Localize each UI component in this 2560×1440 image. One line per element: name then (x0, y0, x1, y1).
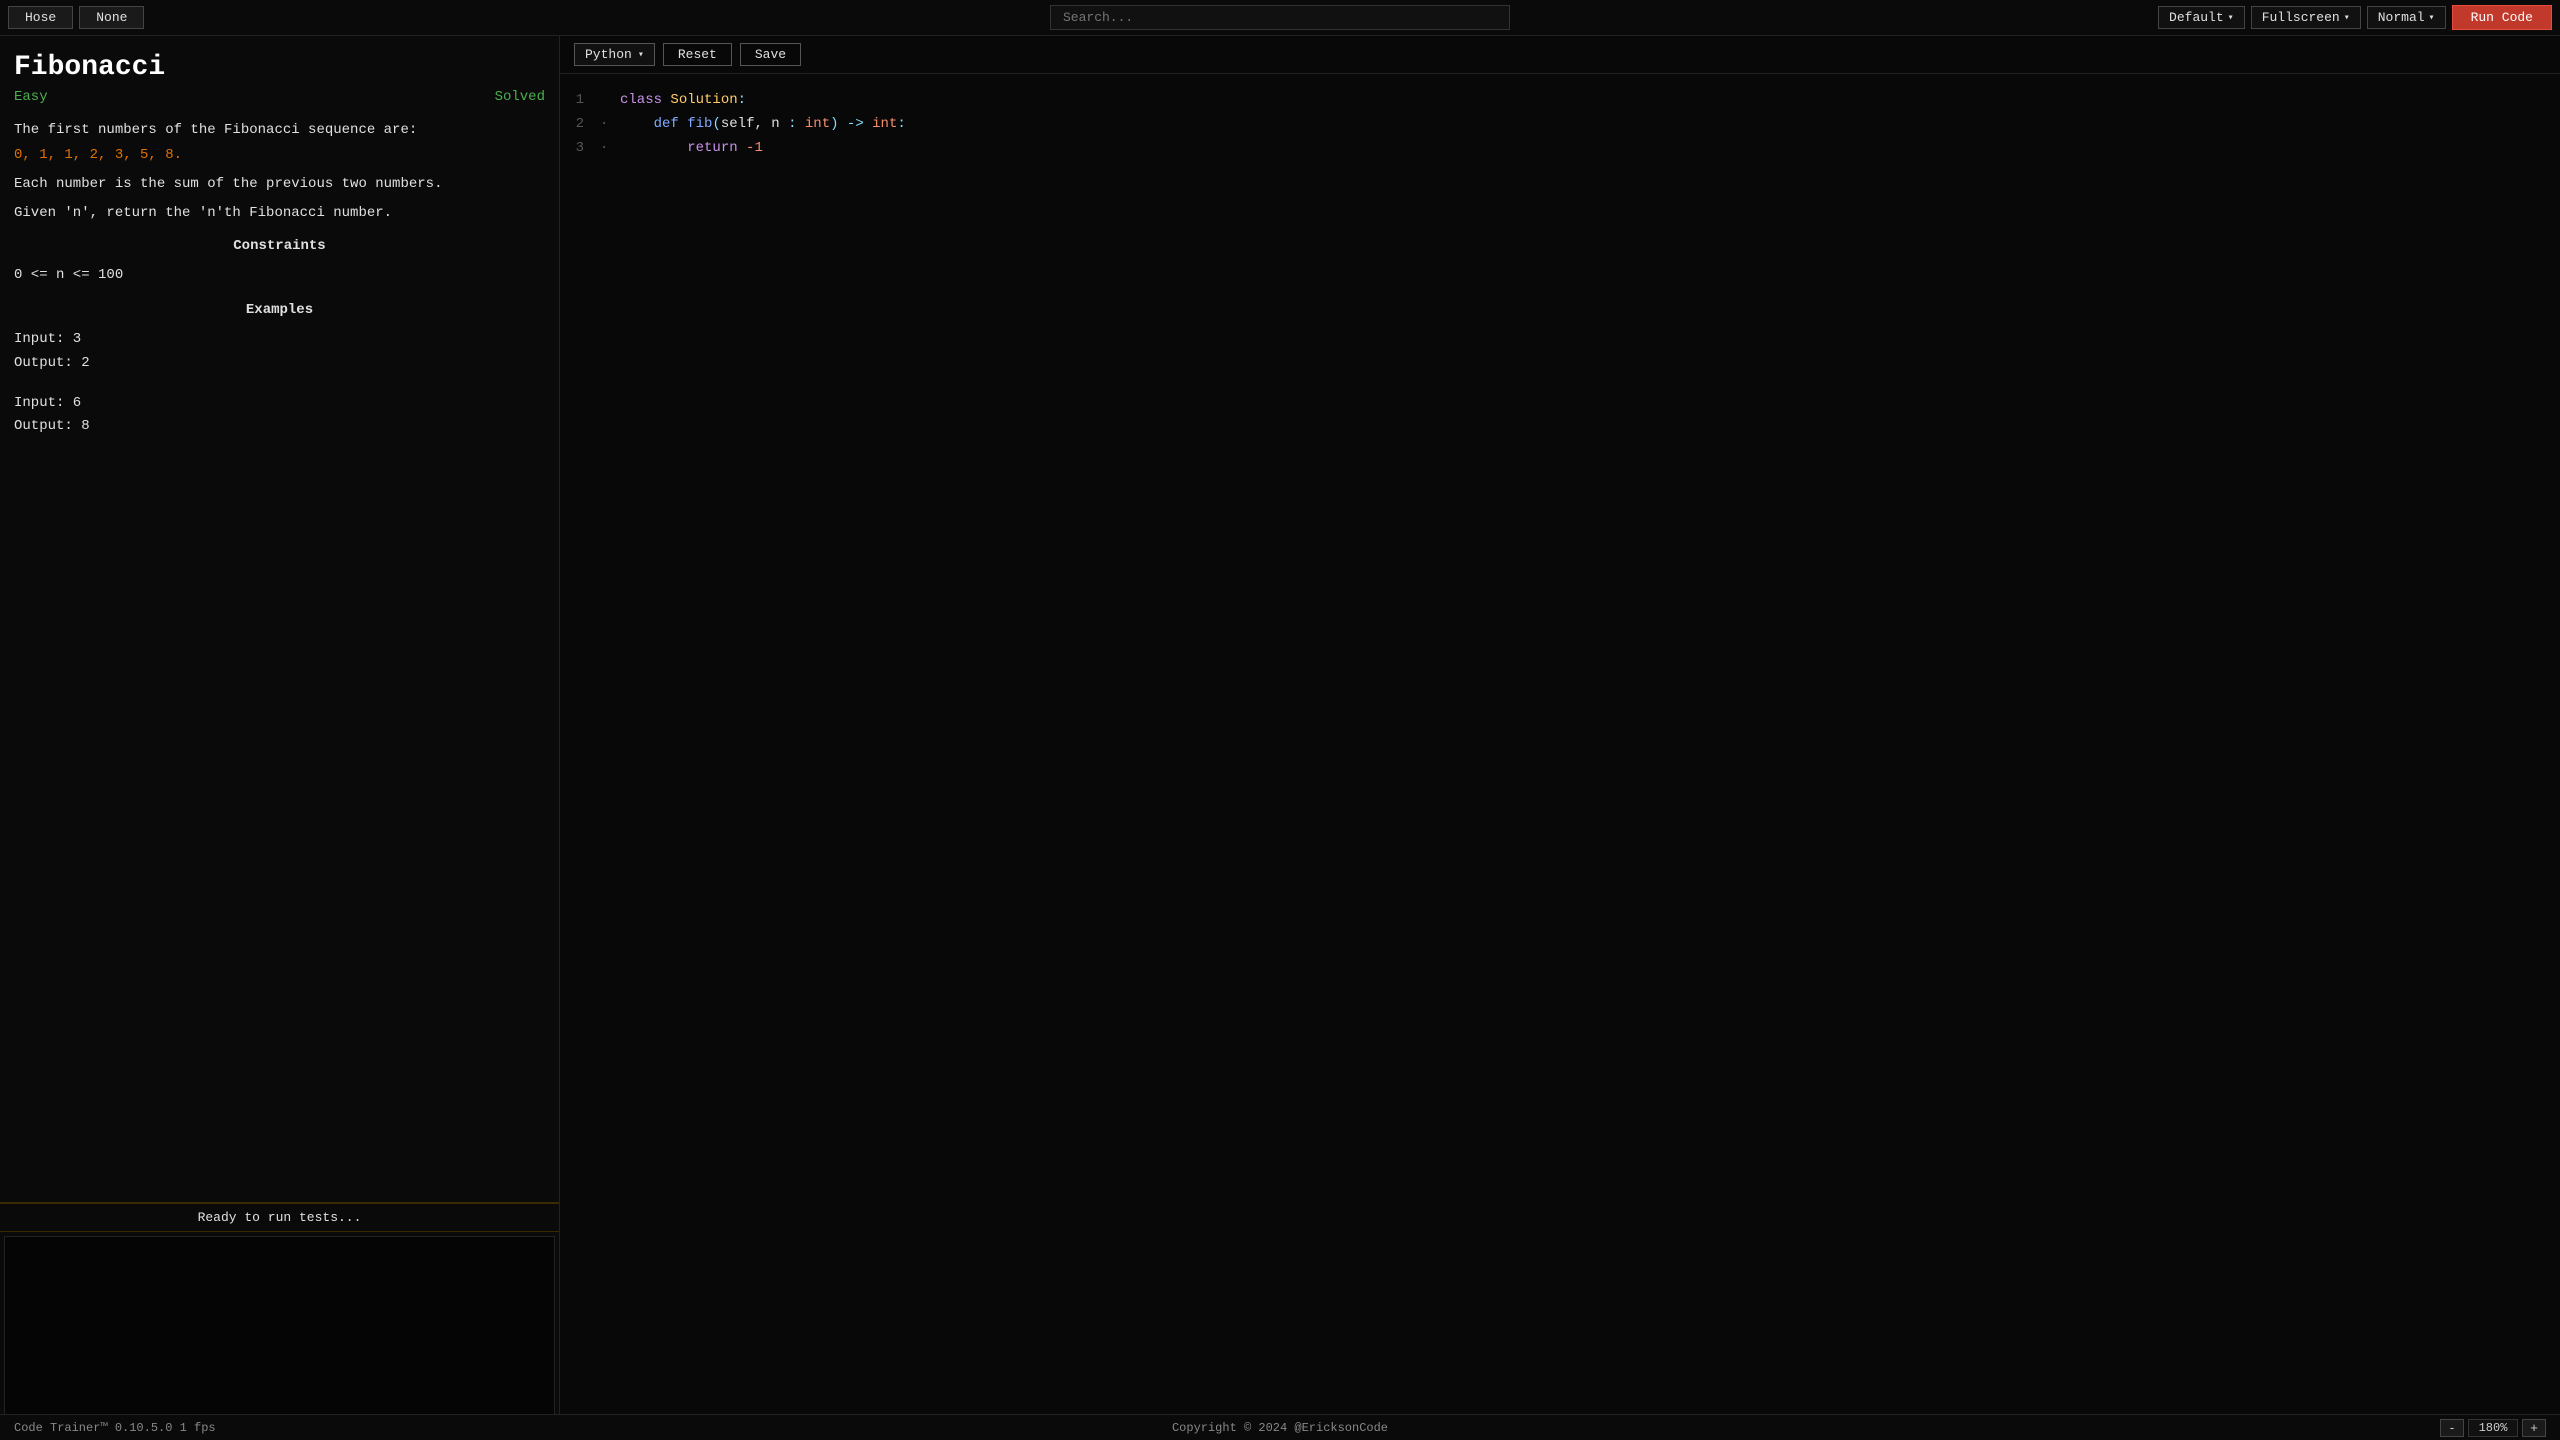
line-code-2: def fib(self, n : int) -> int: (620, 112, 906, 136)
nav-btn-1[interactable]: Hose (8, 6, 73, 29)
fib-sequence: 0, 1, 1, 2, 3, 5, 8. (14, 147, 545, 163)
language-select[interactable]: Python (574, 43, 655, 66)
normal-dropdown[interactable]: Normal (2367, 6, 2446, 29)
search-bar (1050, 5, 1510, 30)
constraints-title: Constraints (14, 238, 545, 254)
default-dropdown[interactable]: Default (2158, 6, 2245, 29)
search-input[interactable] (1050, 5, 1510, 30)
difficulty-row: Easy Solved (14, 89, 545, 105)
copyright-text: Copyright © 2024 @EricksonCode (1172, 1421, 1388, 1435)
line-dot-3: · (600, 136, 620, 160)
line-number-1: 1 (560, 88, 600, 112)
test-status-bar: Ready to run tests... (0, 1203, 559, 1232)
problem-title: Fibonacci (14, 52, 545, 83)
example1-output: Output: 2 (14, 352, 545, 376)
editor-panel: Python Reset Save 1 class Solution: 2 · … (560, 36, 2560, 1440)
problem-area: Fibonacci Easy Solved The first numbers … (0, 36, 559, 1203)
constraint-1: 0 <= n <= 100 (14, 264, 545, 288)
bottom-bar: Code Trainer™ 0.10.5.0 1 fps Copyright ©… (0, 1414, 2560, 1440)
top-bar: Hose None Default Fullscreen Normal Run … (0, 0, 2560, 36)
left-panel: Fibonacci Easy Solved The first numbers … (0, 36, 560, 1440)
problem-description-1: The first numbers of the Fibonacci seque… (14, 119, 545, 141)
problem-description-2: Each number is the sum of the previous t… (14, 173, 545, 195)
line-number-2: 2 (560, 112, 600, 136)
code-line-3: 3 · return -1 (560, 136, 2560, 160)
nav-btn-2[interactable]: None (79, 6, 144, 29)
run-code-button[interactable]: Run Code (2452, 5, 2552, 30)
line-code-3: return -1 (620, 136, 763, 160)
example2-output: Output: 8 (14, 415, 545, 439)
code-line-2: 2 · def fib(self, n : int) -> int: (560, 112, 2560, 136)
problem-description-3: Given 'n', return the 'n'th Fibonacci nu… (14, 202, 545, 224)
code-editor[interactable]: 1 class Solution: 2 · def fib(self, n : … (560, 74, 2560, 1440)
save-button[interactable]: Save (740, 43, 801, 66)
output-area (4, 1236, 555, 1436)
line-code-1: class Solution: (620, 88, 746, 112)
example2-input: Input: 6 (14, 392, 545, 416)
line-number-3: 3 (560, 136, 600, 160)
zoom-plus-button[interactable]: + (2522, 1419, 2546, 1437)
zoom-minus-button[interactable]: - (2440, 1419, 2464, 1437)
status-badge: Solved (495, 89, 545, 105)
code-line-1: 1 class Solution: (560, 88, 2560, 112)
main-layout: Fibonacci Easy Solved The first numbers … (0, 36, 2560, 1440)
top-right-controls: Default Fullscreen Normal Run Code (2158, 5, 2552, 30)
editor-toolbar: Python Reset Save (560, 36, 2560, 74)
fullscreen-dropdown[interactable]: Fullscreen (2251, 6, 2361, 29)
difficulty-badge: Easy (14, 89, 48, 105)
zoom-level: 180% (2468, 1419, 2518, 1437)
examples-title: Examples (14, 302, 545, 318)
reset-button[interactable]: Reset (663, 43, 732, 66)
zoom-controls: - 180% + (2440, 1419, 2546, 1437)
example1-input: Input: 3 (14, 328, 545, 352)
version-info: Code Trainer™ 0.10.5.0 1 fps (14, 1421, 216, 1435)
line-dot-2: · (600, 112, 620, 136)
